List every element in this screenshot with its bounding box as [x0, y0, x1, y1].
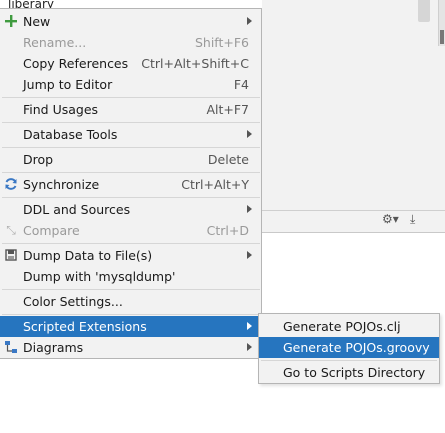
- download-icon[interactable]: ⤓: [410, 212, 415, 227]
- menu-item-label: Jump to Editor: [23, 77, 113, 92]
- menu-item-label: Find Usages: [23, 102, 99, 117]
- plus-icon: [4, 14, 18, 28]
- menu-item-color-settings[interactable]: Color Settings...: [0, 291, 261, 312]
- menu-item-database-tools[interactable]: Database Tools: [0, 124, 261, 145]
- menu-item-label: Compare: [23, 223, 80, 238]
- menu-item-label: Dump with 'mysqldump': [23, 269, 176, 284]
- menu-separator: [2, 172, 260, 173]
- menu-item-diagrams[interactable]: Diagrams: [0, 337, 261, 358]
- menu-item-label: Drop: [23, 152, 54, 167]
- menu-item-shortcut: F4: [233, 77, 249, 92]
- menu-separator: [2, 314, 260, 315]
- gear-icon[interactable]: ⚙▾: [382, 212, 399, 226]
- menu-item-ddl-and-sources[interactable]: DDL and Sources: [0, 199, 261, 220]
- submenu-arrow-icon: [247, 205, 252, 213]
- menu-item-compare[interactable]: ⤡ Compare Ctrl+D: [0, 220, 261, 241]
- menu-item-dump-data[interactable]: Dump Data to File(s): [0, 245, 261, 266]
- menu-item-label: DDL and Sources: [23, 202, 131, 217]
- menu-separator: [2, 197, 260, 198]
- submenu-item-label: Go to Scripts Directory: [283, 365, 426, 380]
- submenu-arrow-icon: [247, 17, 252, 25]
- menu-separator: [2, 147, 260, 148]
- submenu-item-label: Generate POJOs.clj: [283, 319, 401, 334]
- tool-window-toolbar: [262, 210, 445, 233]
- menu-item-label: Scripted Extensions: [23, 319, 147, 334]
- scrollbar[interactable]: [418, 0, 430, 22]
- compare-icon: ⤡: [6, 223, 16, 237]
- right-gutter-marker: [440, 30, 444, 44]
- menu-separator: [2, 97, 260, 98]
- submenu-item-generate-pojos-clj[interactable]: Generate POJOs.clj: [259, 316, 439, 337]
- context-menu: New Rename... Shift+F6 Copy References C…: [0, 8, 262, 359]
- menu-item-synchronize[interactable]: Synchronize Ctrl+Alt+Y: [0, 174, 261, 195]
- menu-item-scripted-extensions[interactable]: Scripted Extensions: [0, 316, 261, 337]
- submenu-arrow-icon: [247, 130, 252, 138]
- submenu-arrow-icon: [247, 322, 252, 330]
- menu-separator: [2, 122, 260, 123]
- menu-item-drop[interactable]: Drop Delete: [0, 149, 261, 170]
- menu-item-copy-references[interactable]: Copy References Ctrl+Alt+Shift+C: [0, 53, 261, 74]
- menu-item-label: Synchronize: [23, 177, 100, 192]
- menu-item-label: Dump Data to File(s): [23, 248, 153, 263]
- submenu-item-generate-pojos-groovy[interactable]: Generate POJOs.groovy: [259, 337, 439, 358]
- scripted-extensions-submenu: Generate POJOs.clj Generate POJOs.groovy…: [258, 313, 440, 384]
- diagram-icon: [4, 340, 18, 354]
- menu-separator: [2, 289, 260, 290]
- menu-item-label: Diagrams: [23, 340, 84, 355]
- submenu-item-go-to-scripts-directory[interactable]: Go to Scripts Directory: [259, 362, 439, 383]
- menu-item-shortcut: Delete: [207, 152, 249, 167]
- dump-icon: [4, 248, 18, 262]
- menu-item-shortcut: Ctrl+Alt+Shift+C: [141, 56, 249, 71]
- sync-icon: [4, 177, 18, 191]
- menu-item-shortcut: Ctrl+D: [206, 223, 249, 238]
- submenu-arrow-icon: [247, 343, 252, 351]
- menu-item-label: Database Tools: [23, 127, 118, 142]
- menu-separator: [2, 243, 260, 244]
- submenu-item-label: Generate POJOs.groovy: [283, 340, 430, 355]
- menu-item-rename[interactable]: Rename... Shift+F6: [0, 32, 261, 53]
- menu-item-label: Color Settings...: [23, 294, 123, 309]
- submenu-arrow-icon: [247, 251, 252, 259]
- menu-item-label: Copy References: [23, 56, 129, 71]
- menu-item-new[interactable]: New: [0, 11, 261, 32]
- menu-item-label: Rename...: [23, 35, 87, 50]
- menu-item-shortcut: Ctrl+Alt+Y: [181, 177, 249, 192]
- menu-item-label: New: [23, 14, 51, 29]
- menu-separator: [261, 360, 437, 361]
- menu-item-find-usages[interactable]: Find Usages Alt+F7: [0, 99, 261, 120]
- menu-item-jump-to-editor[interactable]: Jump to Editor F4: [0, 74, 261, 95]
- menu-item-shortcut: Shift+F6: [194, 35, 249, 50]
- menu-item-dump-mysqldump[interactable]: Dump with 'mysqldump': [0, 266, 261, 287]
- menu-item-shortcut: Alt+F7: [206, 102, 249, 117]
